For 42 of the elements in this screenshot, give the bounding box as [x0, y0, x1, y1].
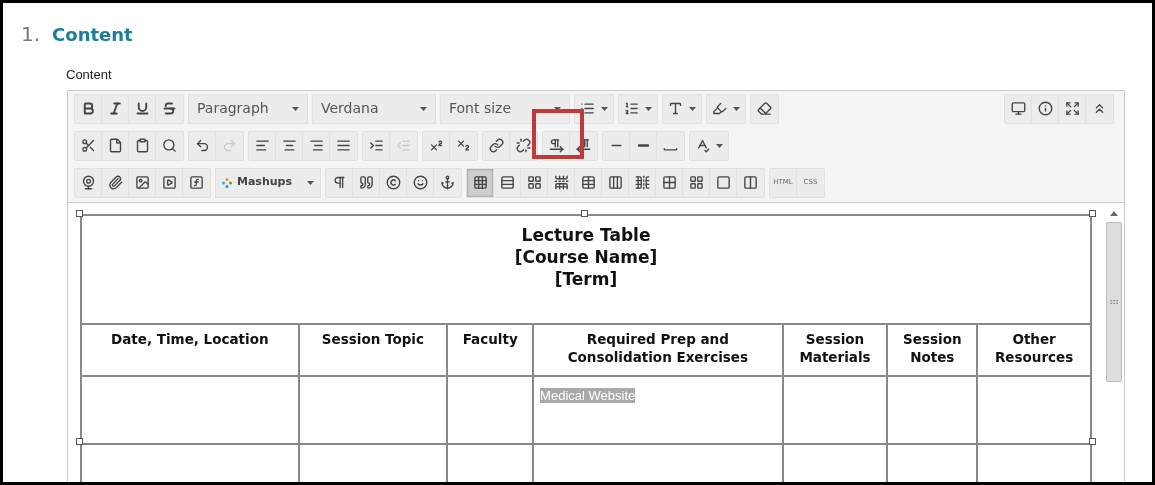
font-size-dropdown[interactable]: Font size	[440, 93, 570, 124]
cell-text: Medical Website	[540, 387, 636, 403]
table-icon[interactable]	[467, 168, 494, 197]
bullet-list-icon	[580, 101, 595, 116]
caret-icon	[645, 106, 652, 111]
caret-icon	[554, 106, 561, 111]
caret-icon	[733, 106, 740, 111]
highlighter-icon	[712, 101, 727, 116]
section-title: Content	[52, 23, 133, 47]
caret-icon	[716, 143, 723, 148]
highlight-box	[532, 108, 584, 159]
field-label: Content	[66, 66, 112, 84]
caret-icon	[601, 106, 608, 111]
title-line: [Term]	[554, 267, 618, 290]
column-header: Session Materials	[781, 324, 887, 375]
numbered-list-icon	[624, 101, 639, 116]
title-line: Lecture Table	[521, 223, 651, 246]
resize-handle[interactable]	[76, 209, 83, 217]
column-header: Faculty	[446, 324, 533, 375]
caret-icon	[420, 106, 427, 111]
column-header: Required Prep and Consolidation Exercises	[532, 324, 782, 375]
scroll-thumb[interactable]	[1106, 221, 1122, 382]
title-line: [Course Name]	[514, 245, 658, 268]
column-header: Session Topic	[297, 324, 447, 375]
mashups-icon	[222, 177, 232, 188]
font-dropdown[interactable]: Verdana	[312, 93, 436, 124]
paragraph-dropdown[interactable]: Paragraph	[188, 93, 308, 124]
caret-icon	[689, 106, 696, 111]
resize-handle[interactable]	[1089, 437, 1096, 445]
column-header: Date, Time, Location	[109, 329, 270, 349]
column-header: Session Notes	[886, 324, 977, 375]
section-number: 1.	[21, 21, 41, 48]
spellcheck-icon	[695, 138, 710, 153]
resize-handle[interactable]	[1089, 209, 1096, 217]
column-header: Other Resources	[976, 324, 1090, 375]
text-color-icon	[668, 101, 683, 116]
resize-handle[interactable]	[76, 437, 83, 445]
caret-icon	[292, 106, 299, 111]
resize-handle[interactable]	[581, 209, 588, 217]
scroll-up-icon[interactable]	[1110, 210, 1118, 216]
mashups-dropdown[interactable]: Mashups	[215, 167, 321, 198]
caret-icon	[307, 180, 314, 185]
